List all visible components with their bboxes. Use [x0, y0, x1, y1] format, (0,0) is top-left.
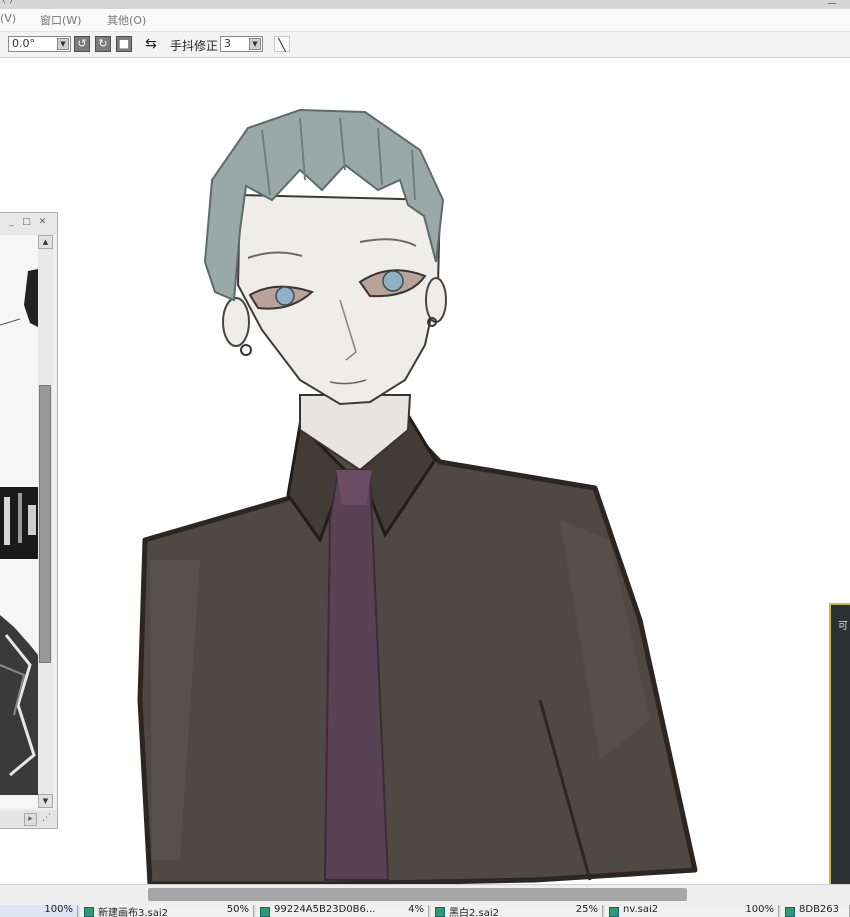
- canvas-hscrollbar[interactable]: [0, 884, 850, 906]
- file-icon: [84, 907, 94, 917]
- chevron-down-icon[interactable]: ▼: [249, 38, 261, 50]
- tab-zoom: 100%: [44, 905, 73, 915]
- file-icon: [609, 907, 619, 917]
- tab-document[interactable]: 新建画布3.sai2 50%: [80, 905, 254, 917]
- hscroll-thumb[interactable]: [148, 888, 687, 901]
- earring-left: [240, 344, 252, 356]
- tab-zoom: 100%: [745, 905, 774, 915]
- title-fragment: ( ): [2, 0, 13, 5]
- flip-horizontal-icon: ⇆: [145, 36, 157, 52]
- artwork: [137, 108, 698, 884]
- pen-pressure-icon: ╲: [278, 38, 286, 52]
- navigator-hbar: ▸ ⋰: [0, 810, 57, 828]
- stabilizer-select[interactable]: 3 ▼: [220, 36, 263, 52]
- tab-label: 新建画布3.sai2: [98, 908, 169, 917]
- floating-panel-label: 可: [838, 621, 848, 632]
- navigator-thumbnail: [0, 235, 38, 808]
- ear-left: [222, 297, 250, 347]
- iris-right: [382, 270, 404, 292]
- minimize-icon[interactable]: _: [6, 217, 17, 228]
- rotate-cw-button[interactable]: ↻: [95, 36, 111, 52]
- close-icon[interactable]: ✕: [37, 217, 48, 228]
- navigator-scroll-thumb[interactable]: [39, 385, 51, 663]
- tab-label: nv.sai2: [623, 905, 659, 915]
- menu-view[interactable]: (V): [0, 12, 16, 25]
- chevron-up-icon[interactable]: ▲: [38, 235, 53, 249]
- tab-document[interactable]: 99224A5B23D0B6... 4%: [256, 905, 429, 917]
- stabilizer-label: 手抖修正: [170, 39, 219, 53]
- ear-right: [425, 277, 447, 323]
- rotation-value: 0.0°: [12, 37, 35, 50]
- navigator-preview[interactable]: [0, 235, 38, 808]
- iris-left: [275, 286, 295, 306]
- navigator-scrollbar[interactable]: ▲ ▼: [38, 235, 53, 808]
- reset-rotation-button[interactable]: ■: [116, 36, 132, 52]
- flip-horizontal-button[interactable]: ⇆: [143, 36, 159, 52]
- tool-options-bar: 0.0° ▼ ↺ ↻ ■ ⇆ 手抖修正 3 ▼ ╲: [0, 32, 850, 58]
- title-bar: ( ): [0, 0, 850, 9]
- tab-label: 8DB263: [799, 905, 840, 915]
- rotate-ccw-icon: ↺: [77, 37, 87, 50]
- drawing-canvas[interactable]: [0, 58, 850, 884]
- document-tabs: 100% 新建画布3.sai2 50% 99224A5B23D0B6... 4%…: [0, 905, 850, 917]
- chevron-down-icon[interactable]: ▼: [38, 794, 53, 808]
- tab-document[interactable]: nv.sai2 100%: [605, 905, 779, 917]
- tab-current[interactable]: 100%: [0, 905, 78, 917]
- floating-panel[interactable]: 可: [829, 603, 850, 895]
- resize-grip-icon[interactable]: ⋰: [41, 813, 52, 824]
- file-icon: [260, 907, 270, 917]
- rotation-select[interactable]: 0.0° ▼: [8, 36, 71, 52]
- reset-icon: ■: [118, 37, 130, 50]
- chevron-down-icon[interactable]: ▼: [57, 38, 69, 50]
- stabilizer-value: 3: [224, 37, 231, 50]
- tab-zoom: 4%: [408, 905, 424, 915]
- tab-document[interactable]: 黑白2.sai2 25%: [431, 905, 603, 917]
- tab-zoom: 50%: [226, 905, 249, 915]
- rotate-cw-icon: ↻: [98, 37, 108, 50]
- menu-bar: (V) 窗口(W) 其他(O): [0, 9, 850, 32]
- file-icon: [785, 907, 795, 917]
- minimize-icon[interactable]: [828, 3, 836, 4]
- rotate-ccw-button[interactable]: ↺: [74, 36, 90, 52]
- navigator-panel: _ □ ✕ ▲ ▼ ▸ ⋰: [0, 212, 58, 829]
- tab-zoom: 25%: [575, 905, 598, 915]
- pen-pressure-button[interactable]: ╲: [274, 36, 290, 52]
- file-icon: [435, 907, 445, 917]
- maximize-icon[interactable]: □: [21, 217, 32, 228]
- tie-knot: [336, 470, 372, 505]
- navigator-titlebar: _ □ ✕: [0, 213, 57, 235]
- tab-document[interactable]: 8DB263: [781, 905, 850, 917]
- chevron-right-icon[interactable]: ▸: [24, 813, 37, 826]
- menu-other[interactable]: 其他(O): [107, 12, 146, 28]
- menu-window[interactable]: 窗口(W): [40, 12, 81, 28]
- tab-label: 黑白2.sai2: [449, 908, 500, 917]
- tab-label: 99224A5B23D0B6...: [274, 905, 376, 915]
